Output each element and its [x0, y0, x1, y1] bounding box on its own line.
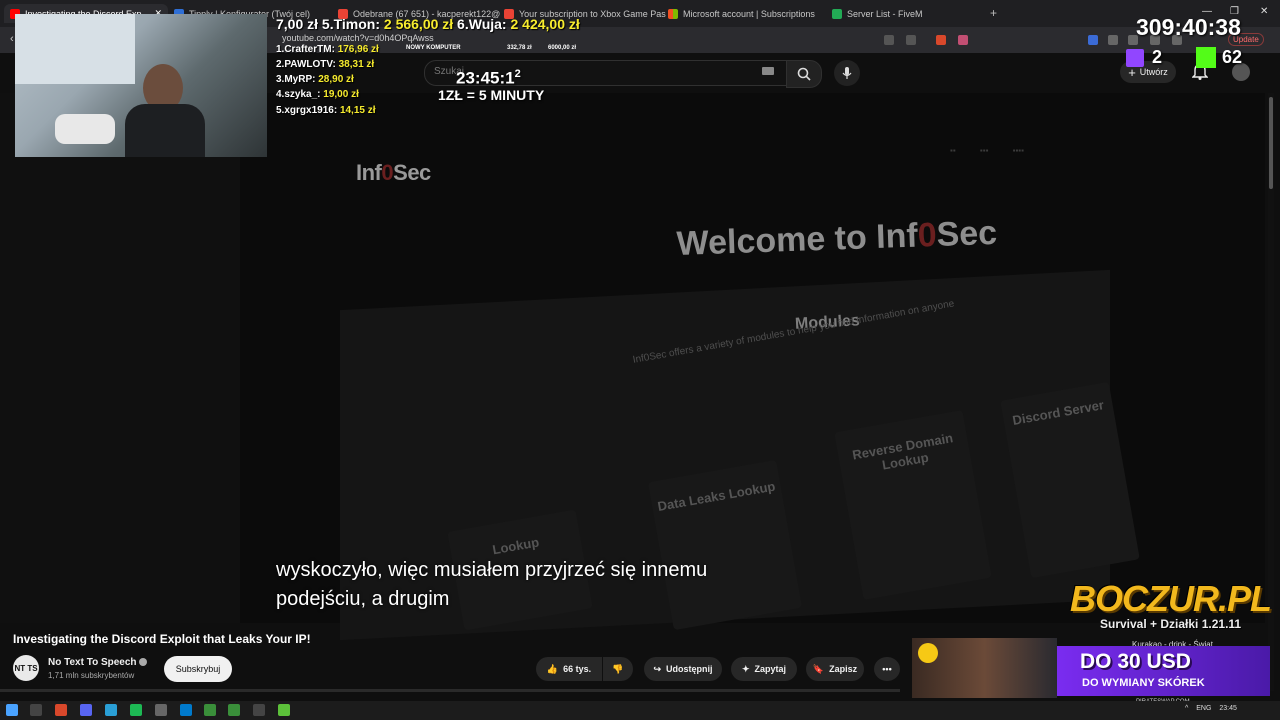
caption-line: wyskoczyło, więc musiałem przyjrzeć się …	[276, 559, 708, 581]
webcam-window-light	[15, 14, 135, 84]
like-count: 66 tys.	[563, 664, 592, 674]
leaderboard-row: 4.szyka_: 19,00 zł	[276, 89, 359, 100]
kick-icon	[1196, 47, 1216, 68]
create-label: Utwórz	[1139, 67, 1168, 77]
extension-icon[interactable]	[1088, 35, 1098, 45]
leaderboard-row: 5.xgrgx1916: 14,15 zł	[276, 105, 376, 116]
save-label: Zapisz	[829, 664, 858, 674]
webcam-feed	[15, 14, 267, 157]
stream-timer: 309:40:38	[1136, 14, 1241, 40]
tab-label: Server List - FiveM	[847, 8, 923, 19]
tab-label: Microsoft account | Subscriptions	[683, 8, 815, 19]
ask-button[interactable]: ✦ Zapytaj	[731, 657, 797, 681]
cast-icon[interactable]	[884, 35, 894, 45]
microsoft-favicon-icon	[668, 8, 678, 19]
webcam-pillow	[55, 114, 115, 144]
app-icon[interactable]	[228, 704, 240, 716]
bookmark-icon: 🔖	[812, 663, 825, 674]
ad-headline: DO 30 USD	[1080, 650, 1191, 673]
share-label: Udostępnij	[666, 664, 713, 674]
system-tray[interactable]: ^ ENG 23:45	[1185, 705, 1237, 712]
voice-search-button[interactable]	[834, 60, 860, 86]
module-card-title: Discord Server	[1011, 397, 1105, 428]
caption-line: podejściu, a drugim	[276, 588, 450, 610]
vscode-icon[interactable]	[180, 704, 192, 716]
app-icon[interactable]	[278, 704, 290, 716]
goal-progress: 332,78 zł	[507, 45, 532, 51]
subscriber-count: 1,71 mln subskrybentów	[48, 671, 135, 680]
windows-start-icon[interactable]	[6, 704, 18, 716]
donation-rate: 1ZŁ = 5 MINUTY	[438, 87, 545, 103]
module-card-title: Reverse Domain Lookup	[851, 430, 955, 473]
subathon-clock: 23:45:12	[456, 68, 521, 88]
leaderboard-row: 2.PAWLOTV: 38,31 zł	[276, 59, 375, 70]
search-button[interactable]	[786, 60, 822, 88]
more-actions-button[interactable]: •••	[874, 657, 900, 681]
more-dots-icon: •••	[882, 664, 892, 674]
spotify-icon[interactable]	[130, 704, 142, 716]
like-button[interactable]: 👍 66 tys.	[536, 657, 602, 681]
module-card-title: Data Leaks Lookup	[656, 478, 777, 514]
subscribe-button[interactable]: Subskrybuj	[164, 656, 232, 682]
twitch-icon	[1126, 49, 1144, 67]
microphone-icon	[842, 67, 852, 79]
puzzle-extensions-icon[interactable]	[1108, 35, 1118, 45]
terminal-icon[interactable]	[253, 704, 265, 716]
verified-check-icon	[139, 658, 147, 666]
thumbs-down-icon: 👎	[612, 663, 624, 674]
telegram-icon[interactable]	[105, 704, 117, 716]
video-dark-margin	[0, 93, 240, 623]
channel-avatar[interactable]: NT TS	[13, 655, 39, 681]
goal-target: 6000,00 zł	[548, 45, 577, 51]
keyboard-icon[interactable]	[762, 67, 774, 75]
donation-ticker: 7,00 zł 5.Timon: 2 566,00 zł 6.Wuja: 2 4…	[276, 16, 580, 32]
video-title: Investigating the Discord Exploit that L…	[13, 632, 311, 646]
video-captions: wyskoczyło, więc musiałem przyjrzeć się …	[276, 556, 816, 614]
taskbar-search-icon[interactable]	[30, 704, 42, 716]
new-tab-icon[interactable]: +	[990, 6, 997, 20]
sparkle-icon: ✦	[741, 663, 750, 674]
rewards-icon[interactable]	[958, 35, 968, 45]
video-progress-track[interactable]	[0, 689, 900, 692]
tab-fivem-server-list[interactable]: Server List - FiveM	[826, 4, 992, 23]
channel-name[interactable]: No Text To Speech	[48, 657, 137, 668]
leaderboard-row: 1.CrafterTM: 176,96 zł	[276, 44, 379, 55]
webcam-person-body	[125, 104, 205, 157]
search-icon	[797, 67, 811, 81]
windows-taskbar	[0, 701, 1280, 720]
leaderboard-row: 3.MyRP: 28,90 zł	[276, 74, 354, 85]
boczur-tagline: Survival + Działki 1.21.11	[1100, 617, 1242, 631]
thumbs-up-icon: 👍	[546, 663, 559, 674]
goal-label: NOWY KOMPUTER	[406, 45, 461, 51]
infosec-logo: Inf0Sec	[356, 160, 431, 185]
ad-brand-logo-icon	[918, 643, 938, 663]
boczur-logo: BOCZUR.PL	[1070, 578, 1272, 619]
url-field[interactable]: youtube.com/watch?v=d0h4OPqAwss	[282, 33, 434, 43]
scrollbar-thumb[interactable]	[1269, 97, 1273, 189]
save-button[interactable]: 🔖 Zapisz	[806, 657, 864, 681]
ad-subline: DO WYMIANY SKÓREK	[1082, 677, 1205, 689]
share-button[interactable]: ↪ Udostępnij	[644, 657, 722, 681]
brave-shield-icon[interactable]	[936, 35, 946, 45]
ask-label: Zapytaj	[754, 664, 787, 674]
tab-microsoft-account[interactable]: Microsoft account | Subscriptions	[662, 4, 830, 23]
dislike-button[interactable]: 👎	[603, 657, 633, 681]
discord-icon[interactable]	[80, 704, 92, 716]
steam-icon[interactable]	[155, 704, 167, 716]
kick-viewer-count: 62	[1222, 47, 1243, 67]
back-icon[interactable]: ‹	[10, 33, 14, 45]
share-icon: ↪	[653, 663, 662, 674]
app-icon[interactable]	[204, 704, 216, 716]
video-site-nav: ▪▪ ▪▪▪ ▪▪▪▪	[950, 146, 1024, 155]
twitch-viewer-count: 2	[1152, 47, 1163, 67]
brave-browser-icon[interactable]	[55, 704, 67, 716]
fivem-favicon-icon	[832, 8, 842, 19]
close-window-icon[interactable]: ✕	[1260, 6, 1268, 17]
translate-icon[interactable]	[906, 35, 916, 45]
